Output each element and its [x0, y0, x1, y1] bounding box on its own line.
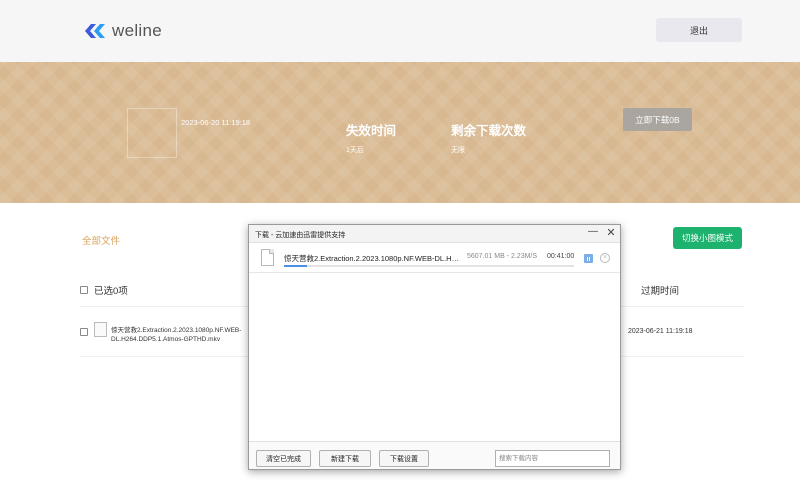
expire-stat: 失效时间 1天后	[346, 120, 396, 155]
all-files-label[interactable]: 全部文件	[82, 233, 120, 247]
dialog-footer: 清空已完成 新建下载 下载设置	[249, 441, 620, 469]
file-thumbnail-icon	[94, 322, 107, 337]
select-all[interactable]: 已选0项	[80, 283, 128, 297]
logo-text: weline	[112, 21, 162, 40]
file-expire-date: 2023-06-21 11:19:18	[628, 328, 693, 335]
file-row-checkbox[interactable]	[80, 328, 88, 336]
file-name[interactable]: 惊天营救2.Extraction.2.2023.1080p.NF.WEB-DL.…	[111, 326, 261, 344]
search-downloads-input[interactable]	[495, 450, 610, 467]
page: weline 退出 2023-06-20 11:19:18 失效时间 1天后 剩…	[0, 0, 800, 493]
cancel-download-icon[interactable]: ×	[600, 253, 610, 263]
download-time-left: 00:41:00	[547, 253, 575, 260]
close-icon[interactable]: ✕	[604, 226, 618, 240]
switch-view-button[interactable]: 切换小图模式	[673, 227, 742, 249]
new-download-button[interactable]: 新建下载	[319, 450, 371, 467]
remain-value: 无限	[451, 147, 465, 154]
download-now-button[interactable]: 立即下载0B	[623, 108, 692, 131]
download-file-name: 惊天营救2.Extraction.2.2023.1080p.NF.WEB-DL.…	[284, 254, 462, 263]
download-settings-button[interactable]: 下载设置	[379, 450, 429, 467]
dialog-title: 下载 - 云加速由迅雷提供支持	[255, 232, 346, 239]
download-size-speed: 5607.01 MB - 2.23M/S	[467, 253, 538, 260]
expire-column-header: 过期时间	[641, 286, 680, 297]
minimize-icon[interactable]: —	[586, 226, 600, 240]
select-all-checkbox[interactable]	[80, 286, 88, 294]
dialog-titlebar[interactable]: 下载 - 云加速由迅雷提供支持 — ✕	[249, 225, 620, 243]
download-item[interactable]: 惊天营救2.Extraction.2.2023.1080p.NF.WEB-DL.…	[249, 244, 620, 273]
share-thumbnail	[127, 108, 177, 158]
pause-icon[interactable]	[584, 254, 593, 263]
share-banner: 2023-06-20 11:19:18 失效时间 1天后 剩余下载次数 无限 立…	[0, 62, 800, 203]
weline-logo[interactable]: weline	[82, 20, 162, 42]
logout-button[interactable]: 退出	[656, 18, 742, 42]
remain-stat: 剩余下载次数 无限	[451, 120, 526, 155]
download-progress-bar	[284, 265, 574, 267]
remain-label: 剩余下载次数	[451, 124, 527, 138]
expire-label: 失效时间	[346, 124, 397, 138]
top-header: weline 退出	[0, 0, 800, 62]
upload-time: 2023-06-20 11:19:18	[181, 118, 251, 127]
selected-count-label: 已选0项	[94, 286, 128, 297]
download-progress-fill	[284, 265, 308, 267]
file-icon	[261, 249, 274, 266]
download-dialog: 下载 - 云加速由迅雷提供支持 — ✕ 惊天营救2.Extraction.2.2…	[248, 224, 621, 470]
clear-completed-button[interactable]: 清空已完成	[256, 450, 311, 467]
expire-value: 1天后	[346, 147, 364, 154]
weline-logo-icon	[85, 24, 105, 38]
